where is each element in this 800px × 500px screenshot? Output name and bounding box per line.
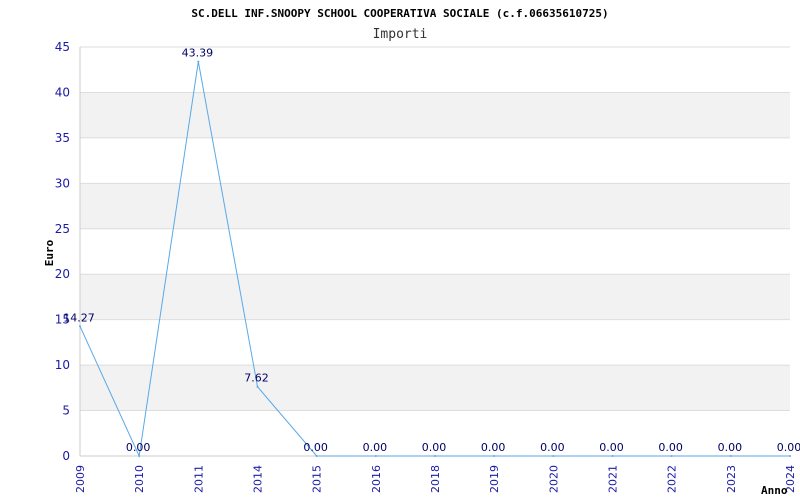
data-label: 0.00: [481, 441, 506, 454]
chart-title: SC.DELL INF.SNOOPY SCHOOL COOPERATIVA SO…: [191, 7, 608, 20]
x-tick-label: 2016: [370, 465, 383, 493]
x-tick-label: 2014: [252, 465, 265, 493]
data-point: [552, 455, 555, 457]
line-chart: 051015202530354045 2009 2010 2011 2014 2015 2…: [43, 7, 800, 497]
y-tick-label: 30: [55, 176, 70, 190]
data-label: 0.00: [658, 441, 683, 454]
x-tick-label: 2018: [429, 465, 442, 493]
data-point: [256, 385, 259, 388]
grid-band: [80, 365, 790, 411]
data-label: 0.00: [540, 441, 565, 454]
x-tick-label: 2021: [607, 465, 620, 493]
data-label: 0.00: [303, 441, 328, 454]
y-tick-label: 25: [55, 222, 70, 236]
x-tick-label: 2019: [488, 465, 501, 493]
grid-band: [80, 274, 790, 320]
x-tick-labels: 2009 2010 2011 2014 2015 2016 2018 2019 2020 2021…: [74, 465, 797, 493]
grid-band: [80, 92, 790, 138]
data-label: 0.00: [718, 441, 743, 454]
x-tick-label: 2015: [311, 465, 324, 493]
y-tick-label: 5: [62, 404, 70, 418]
data-point: [493, 455, 496, 457]
data-label: 0.00: [777, 441, 800, 454]
data-label: 0.00: [599, 441, 624, 454]
data-label: 14.27: [63, 311, 95, 324]
data-point: [729, 455, 732, 457]
data-point: [197, 60, 200, 63]
data-label: 0.00: [363, 441, 388, 454]
data-point: [434, 455, 436, 457]
data-point: [670, 455, 673, 457]
x-tick-label: 2009: [74, 465, 87, 493]
x-tick-label: 2020: [547, 465, 560, 493]
x-tick-label: 2011: [192, 465, 205, 493]
data-point: [611, 455, 614, 457]
data-point: [79, 325, 81, 328]
data-point: [138, 455, 141, 457]
grid-band: [80, 183, 790, 229]
data-label: 43.39: [182, 47, 214, 60]
data-point: [789, 455, 791, 457]
data-point: [315, 455, 318, 457]
y-tick-labels: 051015202530354045: [55, 40, 70, 463]
x-tick-label: 2022: [666, 465, 679, 493]
chart-subtitle: Importi: [373, 27, 428, 42]
y-tick-label: 35: [55, 131, 70, 145]
y-tick-label: 45: [55, 40, 70, 54]
y-tick-label: 20: [55, 267, 70, 281]
y-tick-label: 40: [55, 85, 70, 99]
data-label: 0.00: [126, 441, 151, 454]
y-tick-label: 0: [62, 449, 70, 463]
data-label: 0.00: [422, 441, 447, 454]
data-label: 7.62: [244, 372, 269, 385]
y-axis-title: Euro: [43, 239, 56, 266]
y-tick-label: 10: [55, 358, 70, 372]
data-point: [374, 455, 377, 457]
x-tick-label: 2010: [133, 465, 146, 493]
x-axis-title: Anno: [761, 484, 788, 497]
x-tick-label: 2023: [725, 465, 738, 493]
